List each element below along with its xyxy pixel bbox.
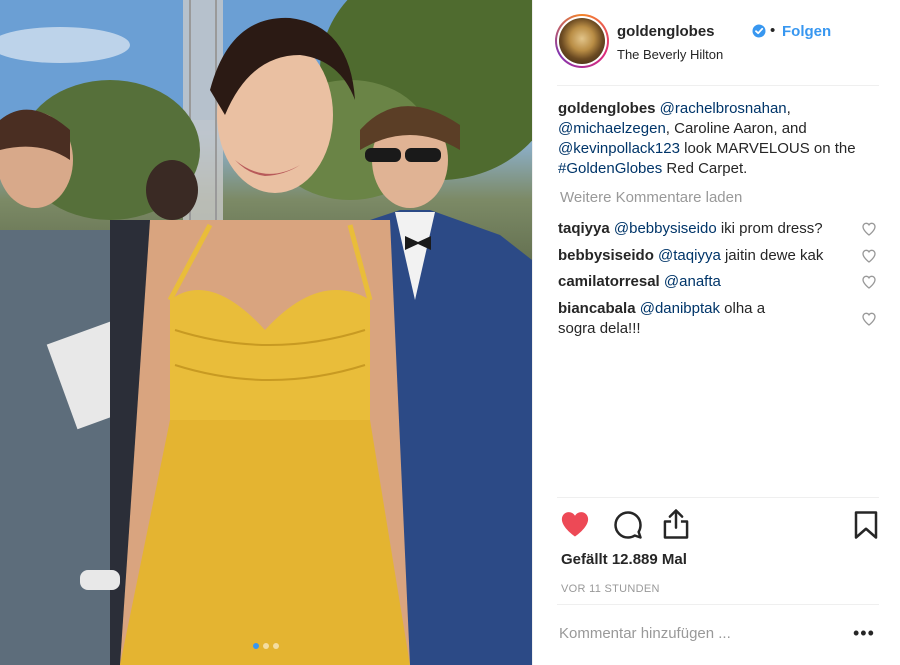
- caption-text: ,: [786, 100, 791, 117]
- comment-mention[interactable]: @danibptak: [640, 300, 720, 317]
- caption-mention-michaelzegen[interactable]: @michaelzegen: [558, 120, 666, 137]
- comment-username[interactable]: taqiyya: [558, 220, 610, 237]
- caption-username[interactable]: goldenglobes: [558, 100, 656, 117]
- caption-text: look MARVELOUS on the: [679, 140, 856, 157]
- comment-item: camilatorresal @anafta: [558, 272, 843, 292]
- comment-item: taqiyya @bebbysiseido iki prom dress?: [558, 219, 843, 239]
- comment-mention[interactable]: @anafta: [664, 273, 721, 290]
- add-comment-input[interactable]: [559, 625, 829, 642]
- post-header: goldenglobes • Folgen The Beverly Hilton: [533, 0, 900, 86]
- share-icon[interactable]: [661, 508, 691, 540]
- actions-divider: [557, 497, 879, 498]
- post-photo-image: [0, 0, 532, 665]
- post-sidebar: goldenglobes • Folgen The Beverly Hilton…: [532, 0, 900, 665]
- comment-username[interactable]: biancabala: [558, 300, 636, 317]
- comment-like-heart-icon[interactable]: [861, 274, 877, 290]
- carousel-dot[interactable]: [263, 643, 269, 649]
- bookmark-icon[interactable]: [853, 510, 879, 540]
- carousel-dot[interactable]: [253, 643, 259, 649]
- avatar-image: [559, 18, 605, 64]
- comment-like-heart-icon[interactable]: [861, 311, 877, 327]
- more-options-icon[interactable]: •••: [853, 624, 875, 642]
- comment-username[interactable]: bebbysiseido: [558, 247, 654, 264]
- post-photo[interactable]: [0, 0, 532, 665]
- comment-text: iki prom dress?: [716, 220, 823, 237]
- comment-divider: [557, 604, 879, 605]
- verified-badge-icon: [752, 24, 766, 38]
- comment-mention[interactable]: @taqiyya: [658, 247, 721, 264]
- caption-hashtag-goldenglobes[interactable]: #GoldenGlobes: [558, 160, 662, 177]
- caption-text: , Caroline Aaron, and: [665, 120, 807, 137]
- comment-item: bebbysiseido @taqiyya jaitin dewe kak: [558, 246, 843, 266]
- comment-username[interactable]: camilatorresal: [558, 273, 660, 290]
- post-timestamp[interactable]: VOR 11 STUNDEN: [561, 583, 660, 595]
- avatar[interactable]: [555, 14, 609, 68]
- comment-like-heart-icon[interactable]: [861, 221, 877, 237]
- follow-button[interactable]: Folgen: [782, 23, 831, 40]
- avatar-ring: [557, 16, 607, 66]
- comment-icon[interactable]: [613, 510, 643, 540]
- post-caption: goldenglobes @rachelbrosnahan, @michaelz…: [558, 99, 863, 179]
- comment-mention[interactable]: @bebbysiseido: [614, 220, 717, 237]
- location-link[interactable]: The Beverly Hilton: [617, 47, 723, 62]
- header-divider: [557, 85, 879, 86]
- caption-mention-rachelbrosnahan[interactable]: @rachelbrosnahan: [660, 100, 787, 117]
- caption-mention-kevinpollack123[interactable]: @kevinpollack123: [558, 140, 680, 157]
- likes-count[interactable]: Gefällt 12.889 Mal: [561, 551, 687, 568]
- heart-icon[interactable]: [560, 510, 590, 538]
- header-separator: •: [770, 22, 776, 39]
- comment-text: jaitin dewe kak: [720, 247, 824, 264]
- header-username[interactable]: goldenglobes: [617, 23, 715, 40]
- instagram-post: goldenglobes • Folgen The Beverly Hilton…: [0, 0, 900, 665]
- carousel-indicator: [0, 643, 532, 649]
- comment-item: biancabala @danibptak olha a sogra dela!…: [558, 299, 788, 339]
- comment-like-heart-icon[interactable]: [861, 248, 877, 264]
- load-more-comments-button[interactable]: Weitere Kommentare laden: [560, 189, 742, 206]
- caption-text: Red Carpet.: [662, 160, 748, 177]
- carousel-dot[interactable]: [273, 643, 279, 649]
